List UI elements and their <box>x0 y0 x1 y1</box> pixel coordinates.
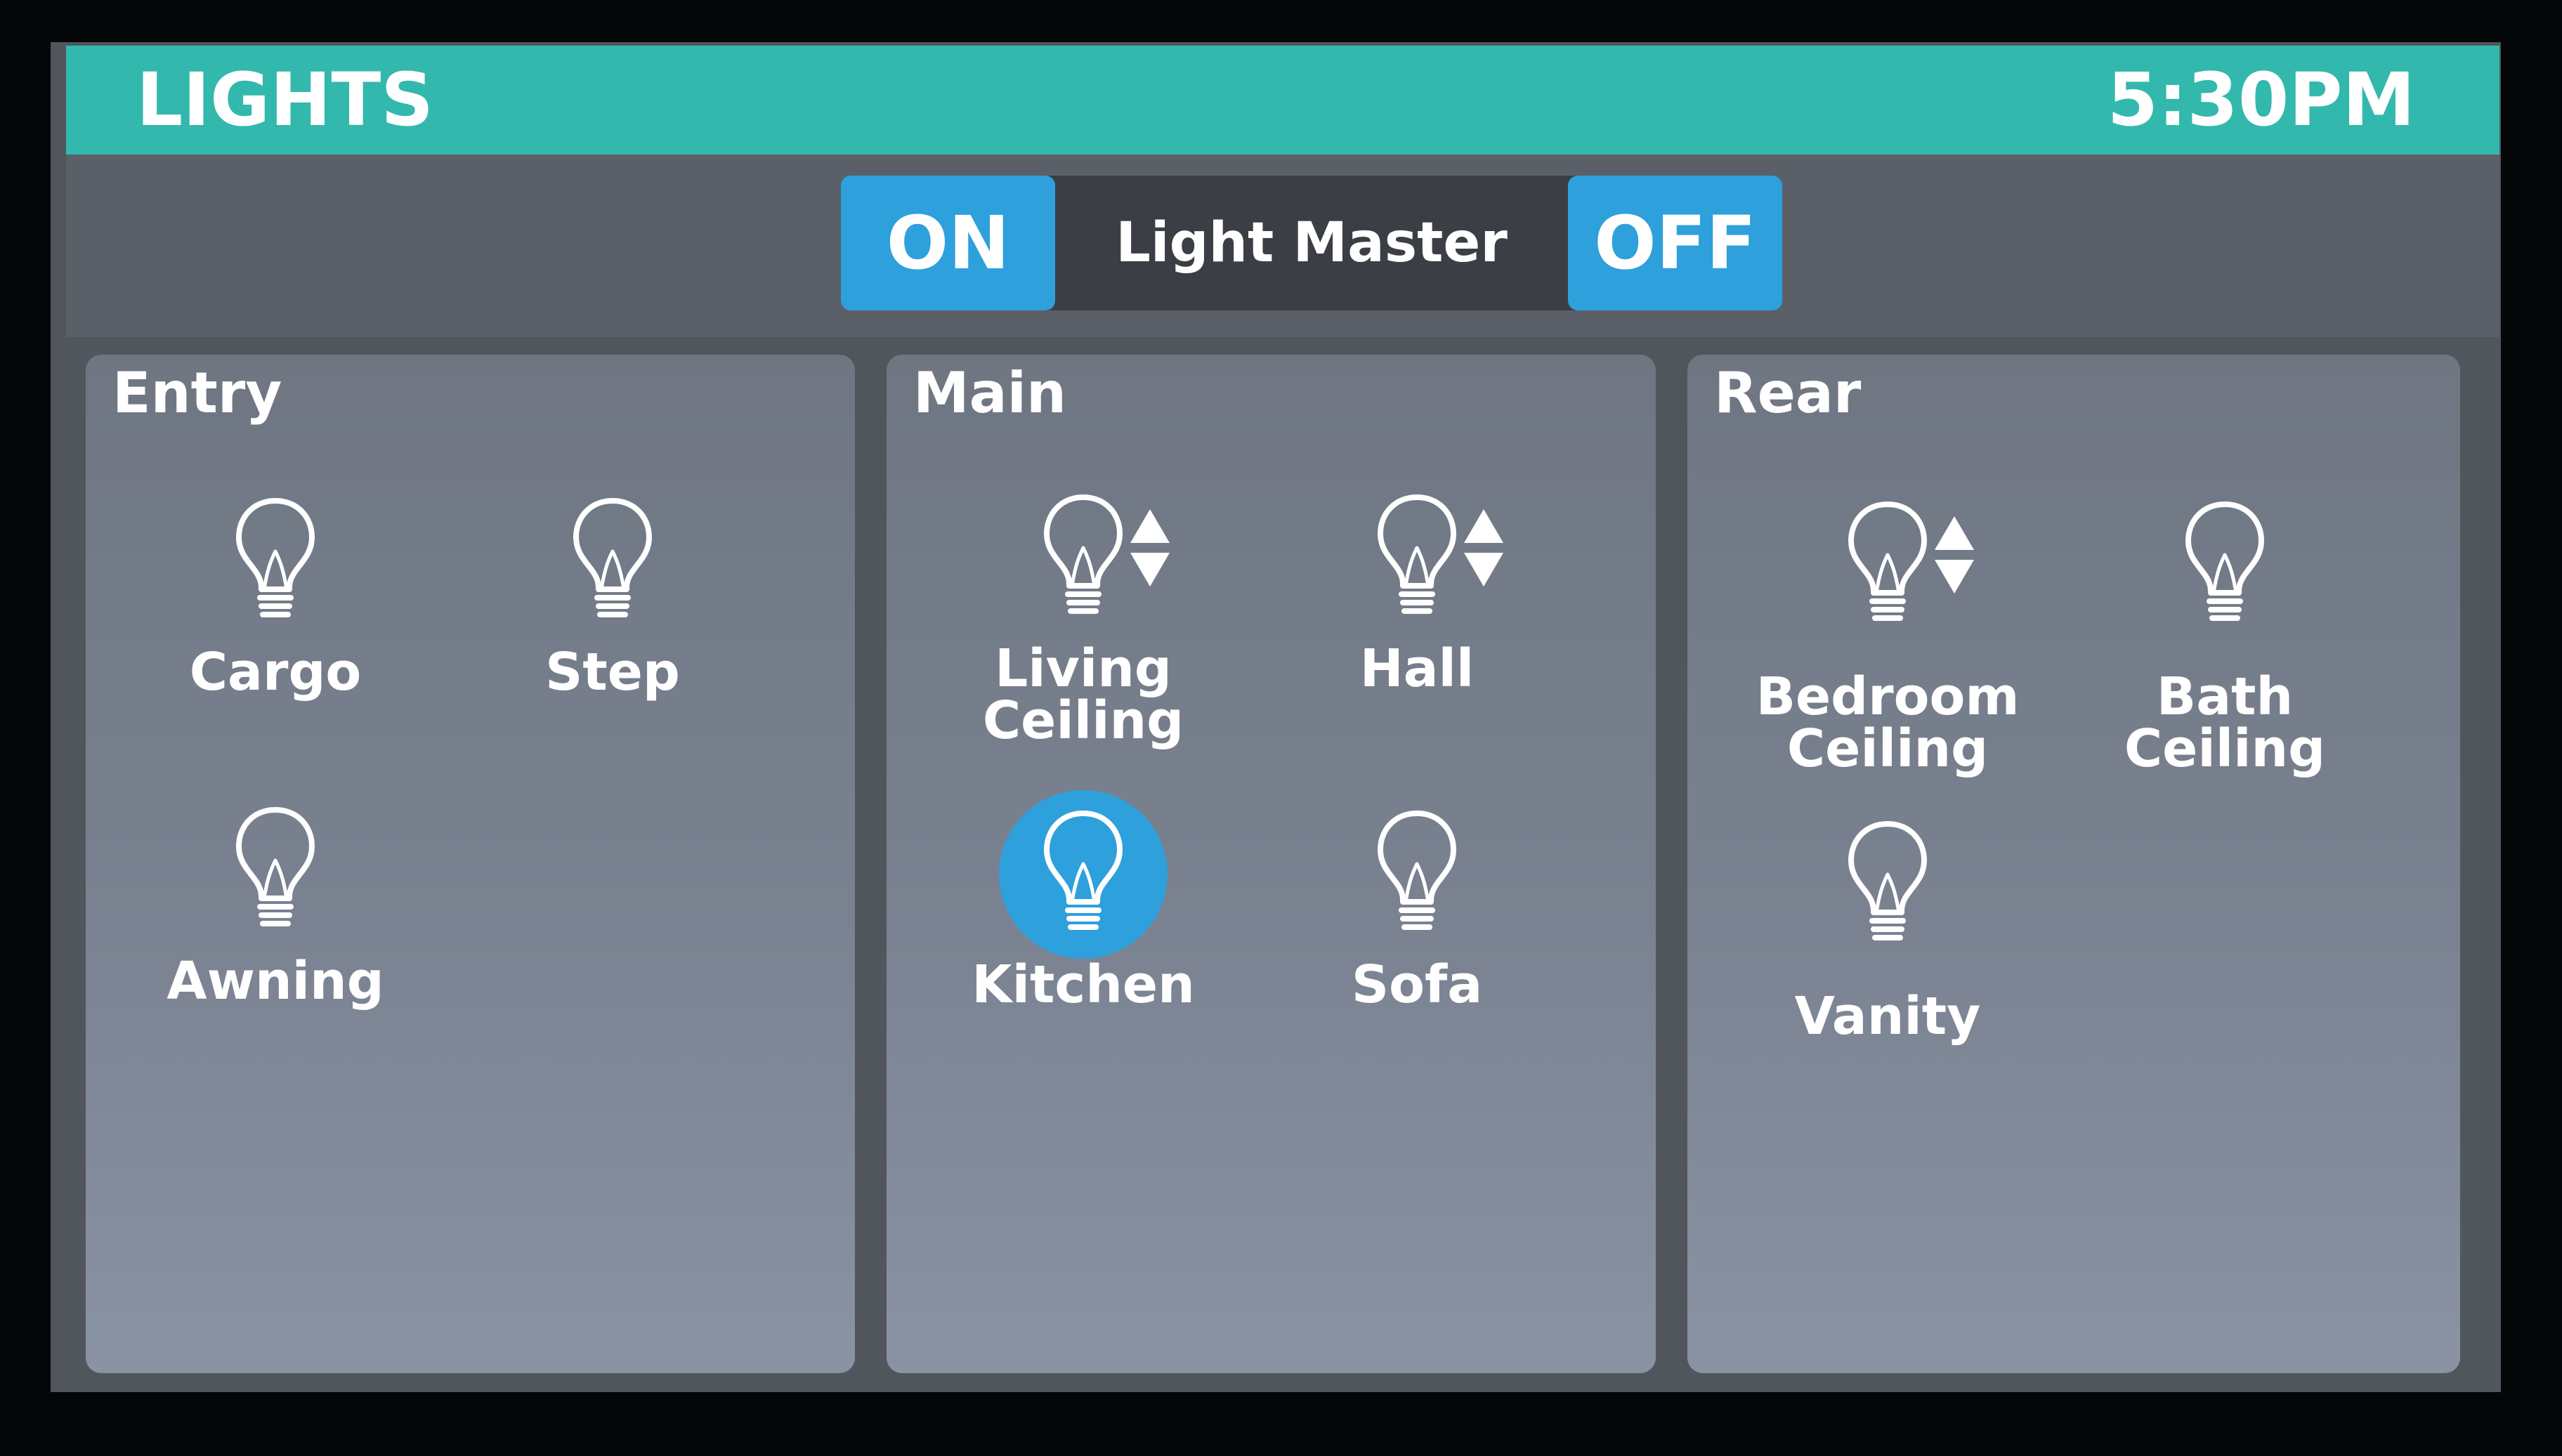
light-cargo[interactable]: Cargo <box>135 478 416 773</box>
light-bath-ceiling[interactable]: Bath Ceiling <box>2084 481 2365 776</box>
light-awning[interactable]: Awning <box>135 787 416 1082</box>
panel-title-rear: Rear <box>1714 360 1862 426</box>
title-bar: LIGHTS 5:30PM <box>66 46 2499 155</box>
dimmer-arrows-icon <box>1464 509 1503 586</box>
lightbulb-icon <box>233 495 318 622</box>
light-label: Hall <box>1359 638 1475 699</box>
panel-title-main: Main <box>913 360 1066 426</box>
light-label: Step <box>545 642 680 702</box>
light-label: Kitchen <box>972 955 1195 1015</box>
clock: 5:30PM <box>2107 57 2415 143</box>
lights-screen: LIGHTS 5:30PM ON Light Master OFF Entry … <box>51 42 2501 1392</box>
light-label: Vanity <box>1794 986 1981 1047</box>
light-master-label: Light Master <box>1116 211 1508 275</box>
lightbulb-icon <box>1845 499 1930 625</box>
dimmer-arrows-icon <box>1935 516 1974 593</box>
dimmer-arrows-icon <box>1130 509 1170 586</box>
entry-panel: Entry Cargo Step Awning <box>86 355 855 1373</box>
light-step[interactable]: Step <box>472 478 753 773</box>
light-label: Awning <box>166 951 384 1011</box>
light-sofa[interactable]: Sofa <box>1276 790 1557 1085</box>
light-hall[interactable]: Hall <box>1276 474 1557 769</box>
page-title: LIGHTS <box>136 57 434 143</box>
rear-panel: Rear Bedroom Ceiling Bath Ceiling Vanity <box>1687 355 2460 1373</box>
lightbulb-icon <box>1845 818 1930 945</box>
light-master-control: ON Light Master OFF <box>841 176 1782 310</box>
light-living-ceiling[interactable]: Living Ceiling <box>943 474 1224 769</box>
lightbulb-icon <box>2183 499 2267 625</box>
active-indicator <box>999 790 1168 959</box>
master-control-strip: ON Light Master OFF <box>66 155 2499 337</box>
lightbulb-icon <box>1375 492 1459 618</box>
light-bedroom-ceiling[interactable]: Bedroom Ceiling <box>1747 481 2028 776</box>
main-panel: Main Living Ceiling Hall Kitchen Sofa <box>887 355 1656 1373</box>
lightbulb-icon <box>233 804 318 931</box>
lightbulb-icon <box>1375 808 1459 934</box>
light-vanity[interactable]: Vanity <box>1747 801 2028 1096</box>
light-label: Cargo <box>189 642 362 702</box>
light-label: Living Ceiling <box>982 638 1184 751</box>
lightbulb-icon <box>1041 808 1125 934</box>
master-on-button[interactable]: ON <box>841 176 1055 310</box>
master-off-button[interactable]: OFF <box>1568 176 1782 310</box>
light-label: Bath Ceiling <box>2124 667 2326 779</box>
light-label: Bedroom Ceiling <box>1756 667 2020 779</box>
light-kitchen[interactable]: Kitchen <box>943 790 1224 1085</box>
light-label: Sofa <box>1351 955 1483 1015</box>
panel-title-entry: Entry <box>112 360 282 426</box>
lightbulb-icon <box>1041 492 1125 618</box>
lightbulb-icon <box>570 495 655 622</box>
